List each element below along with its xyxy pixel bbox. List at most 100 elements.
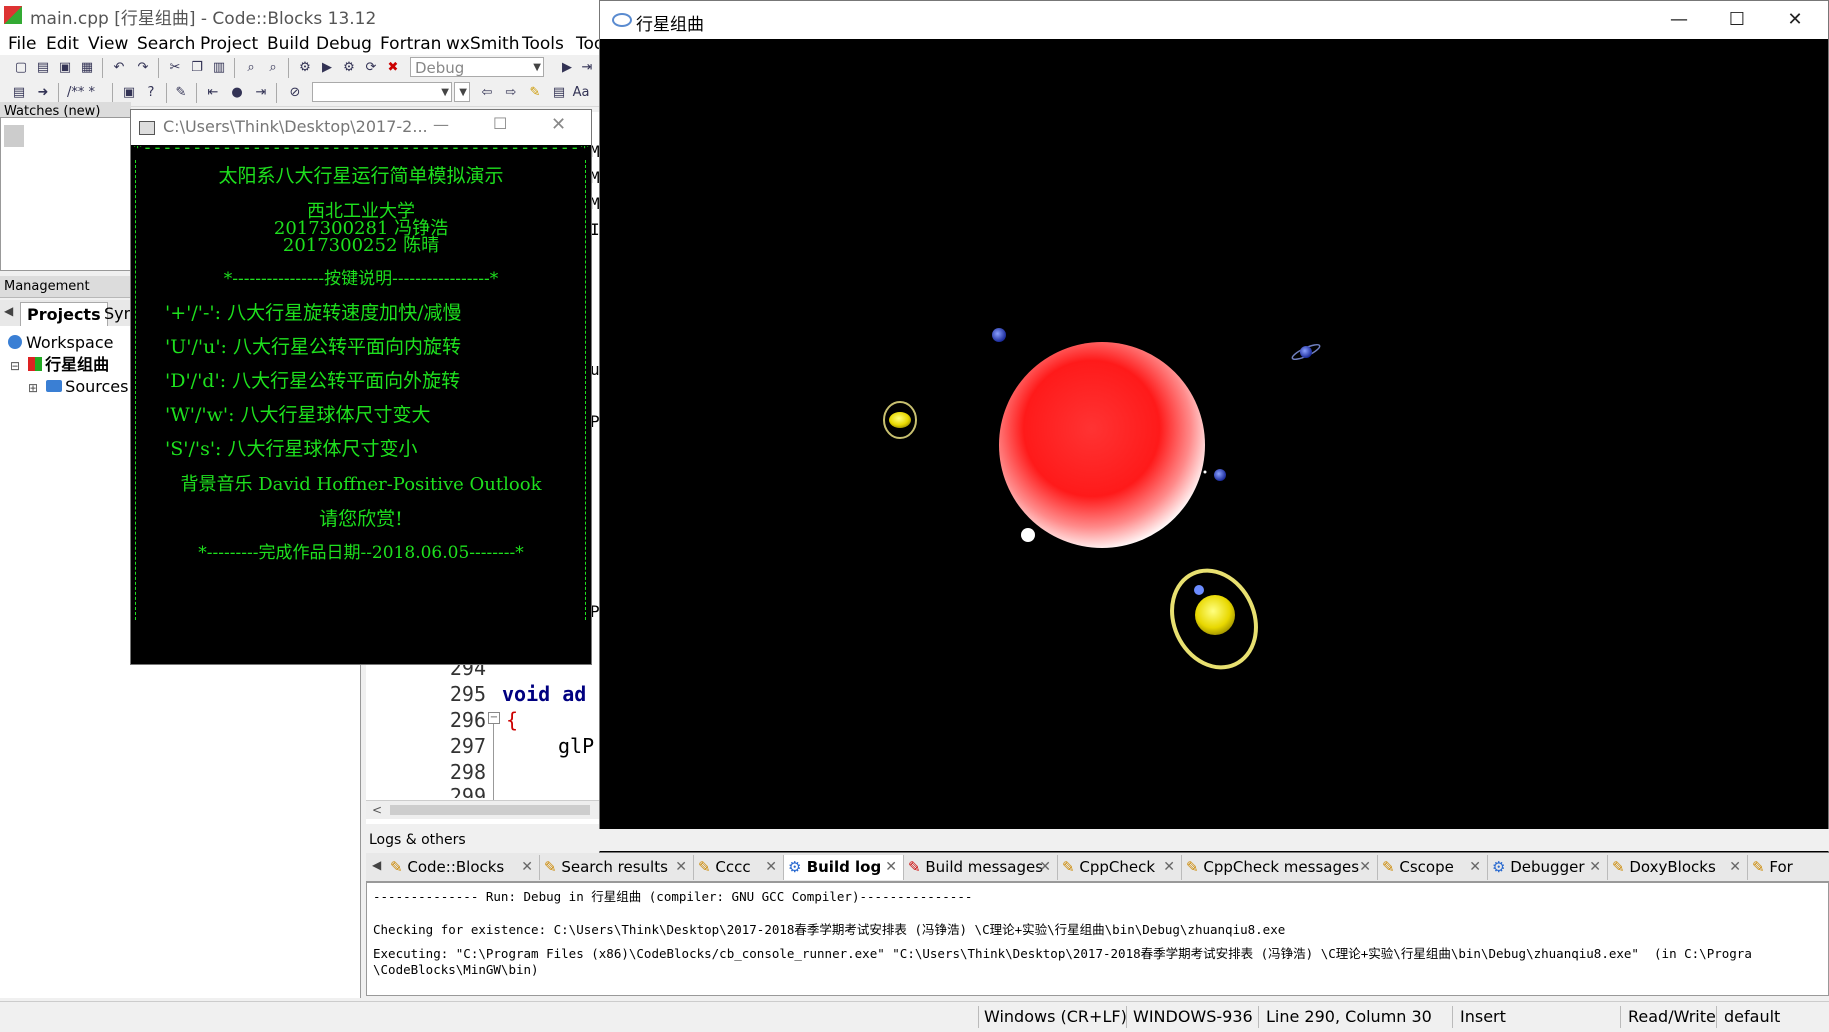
tab-cppcheck[interactable]: ✎ CppCheck ✕ (1058, 855, 1182, 880)
tab-search-results[interactable]: ✎ Search results ✕ (540, 855, 694, 880)
maximize-button[interactable]: ☐ (1708, 1, 1766, 39)
watches-panel[interactable] (0, 117, 131, 271)
save-all-icon[interactable]: ▦ (78, 59, 96, 77)
close-icon[interactable]: ✕ (1589, 855, 1601, 880)
tab-build-messages[interactable]: ✎ Build messages ✕ (904, 855, 1058, 880)
paste-icon[interactable]: ▥ (210, 59, 228, 77)
jump-icon[interactable]: ➜ (34, 84, 52, 102)
tab-scroll-left-icon[interactable]: ◀ (4, 304, 13, 318)
menu-project[interactable]: Project (198, 30, 260, 58)
close-icon[interactable]: ✕ (1729, 855, 1741, 880)
tree-workspace[interactable]: Workspace (8, 333, 113, 353)
replace-icon[interactable]: ⌕ (264, 59, 282, 77)
abort-icon[interactable]: ✖ (384, 59, 402, 77)
console-enjoy: 请您欣赏! (319, 508, 403, 530)
close-icon[interactable]: ✕ (1359, 855, 1371, 880)
font-icon[interactable]: Aa (572, 84, 590, 102)
console-key-1: '+'/'-': 八大行星旋转速度加快/减慢 (165, 302, 462, 324)
fold-marker-icon[interactable]: − (488, 712, 500, 724)
menu-tools[interactable]: Tools (520, 30, 566, 58)
find-icon[interactable]: ⌕ (242, 59, 260, 77)
debug-run-icon[interactable]: ▶ (558, 59, 576, 77)
planet-mercury (1203, 470, 1207, 474)
planet-venus (1021, 528, 1035, 542)
redo-icon[interactable]: ↷ (134, 59, 152, 77)
close-icon[interactable]: ✕ (1163, 855, 1175, 880)
watch-row[interactable] (4, 125, 24, 147)
menu-view[interactable]: View (86, 30, 130, 58)
code-completion-icon[interactable]: ▤ (10, 84, 28, 102)
copy-icon[interactable]: ❐ (188, 59, 206, 77)
scrollbar-thumb[interactable] (390, 805, 590, 815)
expand-icon[interactable]: ⊞ (28, 381, 38, 395)
minimize-button[interactable]: — (1650, 1, 1708, 39)
tab-projects[interactable]: Projects (20, 302, 108, 327)
tab-codeblocks-log[interactable]: ✎ Code::Blocks ✕ (386, 855, 540, 880)
undo-icon[interactable]: ↶ (110, 59, 128, 77)
close-icon[interactable]: ✕ (885, 855, 897, 880)
close-icon[interactable]: ✕ (1039, 855, 1051, 880)
menu-wxsmith[interactable]: wxSmith (444, 30, 521, 58)
close-icon[interactable]: ✕ (521, 855, 533, 880)
close-icon[interactable]: ✕ (675, 855, 687, 880)
collapse-icon[interactable]: ⊟ (10, 359, 20, 373)
step-icon[interactable]: ⇥ (578, 59, 596, 77)
menu-build[interactable]: Build (265, 30, 312, 58)
menu-debug[interactable]: Debug (314, 30, 374, 58)
open-folder-icon[interactable]: ▤ (34, 59, 52, 77)
highlight-icon[interactable]: ✎ (526, 84, 544, 102)
comment-icon[interactable]: /** *< (64, 84, 98, 118)
tab-cppcheck-messages[interactable]: ✎ CppCheck messages ✕ (1182, 855, 1378, 880)
tab-fortran[interactable]: ✎ For (1748, 855, 1829, 880)
menu-file[interactable]: File (6, 30, 38, 58)
console-close-button[interactable]: ✕ (551, 114, 566, 135)
bookmark-icon[interactable]: ● (228, 84, 246, 102)
save-icon[interactable]: ▣ (56, 59, 74, 77)
next-icon[interactable]: ⇨ (502, 84, 520, 102)
doxy-icon[interactable]: ▣ (120, 84, 138, 102)
close-icon[interactable]: ✕ (765, 855, 777, 880)
tab-cscope[interactable]: ✎ Cscope ✕ (1378, 855, 1488, 880)
build-gear-icon[interactable]: ⚙ (296, 59, 314, 77)
status-bar: Windows (CR+LF) WINDOWS-936 Line 290, Co… (0, 1001, 1829, 1032)
menu-fortran[interactable]: Fortran (378, 30, 443, 58)
tab-doxyblocks[interactable]: ✎ DoxyBlocks ✕ (1608, 855, 1748, 880)
cut-icon[interactable]: ✂ (166, 59, 184, 77)
close-icon[interactable]: ✕ (1469, 855, 1481, 880)
build-target-select[interactable]: Debug ▼ (410, 57, 544, 77)
scope-icon[interactable]: ⊘ (286, 84, 304, 102)
console-window: C:\Users\Think\Desktop\2017-2... — ☐ ✕ *… (130, 109, 592, 665)
horizontal-scrollbar[interactable]: < (366, 800, 600, 819)
tab-cccc[interactable]: ✎ Cccc ✕ (694, 855, 784, 880)
logs-tab-bar: ◀ ✎ Code::Blocks ✕ ✎ Search results ✕ ✎ Cc… (366, 853, 1829, 882)
wrench-icon[interactable]: ✎ (172, 84, 190, 102)
scroll-left-icon[interactable]: < (372, 801, 382, 819)
console-maximize-button[interactable]: ☐ (493, 114, 507, 133)
close-button[interactable]: ✕ (1766, 1, 1824, 39)
folder-icon (46, 380, 63, 392)
symbol-search-combo[interactable]: ▼ (312, 82, 452, 102)
new-file-icon[interactable]: ▢ (12, 59, 30, 77)
build-log-output[interactable]: -------------- Run: Debug in 行星组曲 (compi… (366, 882, 1829, 996)
menu-search[interactable]: Search (135, 30, 197, 58)
rebuild-icon[interactable]: ⟳ (362, 59, 380, 77)
prev-icon[interactable]: ⇦ (478, 84, 496, 102)
console-minimize-button[interactable]: — (433, 115, 449, 134)
tree-sources[interactable]: ⊞ Sources (28, 377, 128, 398)
run-icon[interactable]: ▶ (318, 59, 336, 77)
menu-edit[interactable]: Edit (44, 30, 81, 58)
tab-scroll-left-icon[interactable]: ◀ (372, 858, 381, 872)
spell-icon[interactable]: ▤ (550, 84, 568, 102)
tab-debugger[interactable]: ⚙ Debugger ✕ (1488, 855, 1608, 880)
forward-icon[interactable]: ⇥ (252, 84, 270, 102)
tab-build-log[interactable]: ⚙ Build log ✕ (784, 855, 904, 880)
help-icon[interactable]: ? (142, 84, 160, 102)
management-label: Management (4, 279, 90, 294)
tree-project[interactable]: ⊟ 行星组曲 (10, 355, 109, 376)
build-and-run-icon[interactable]: ⚙ (340, 59, 358, 77)
symbol-dropdown[interactable]: ▼ (454, 82, 470, 102)
console-key-2: 'U'/'u': 八大行星公转平面向内旋转 (165, 336, 461, 358)
solar-system-scene[interactable] (600, 39, 1828, 852)
opengl-window-title: 行星组曲 (636, 15, 704, 35)
back-icon[interactable]: ⇤ (204, 84, 222, 102)
